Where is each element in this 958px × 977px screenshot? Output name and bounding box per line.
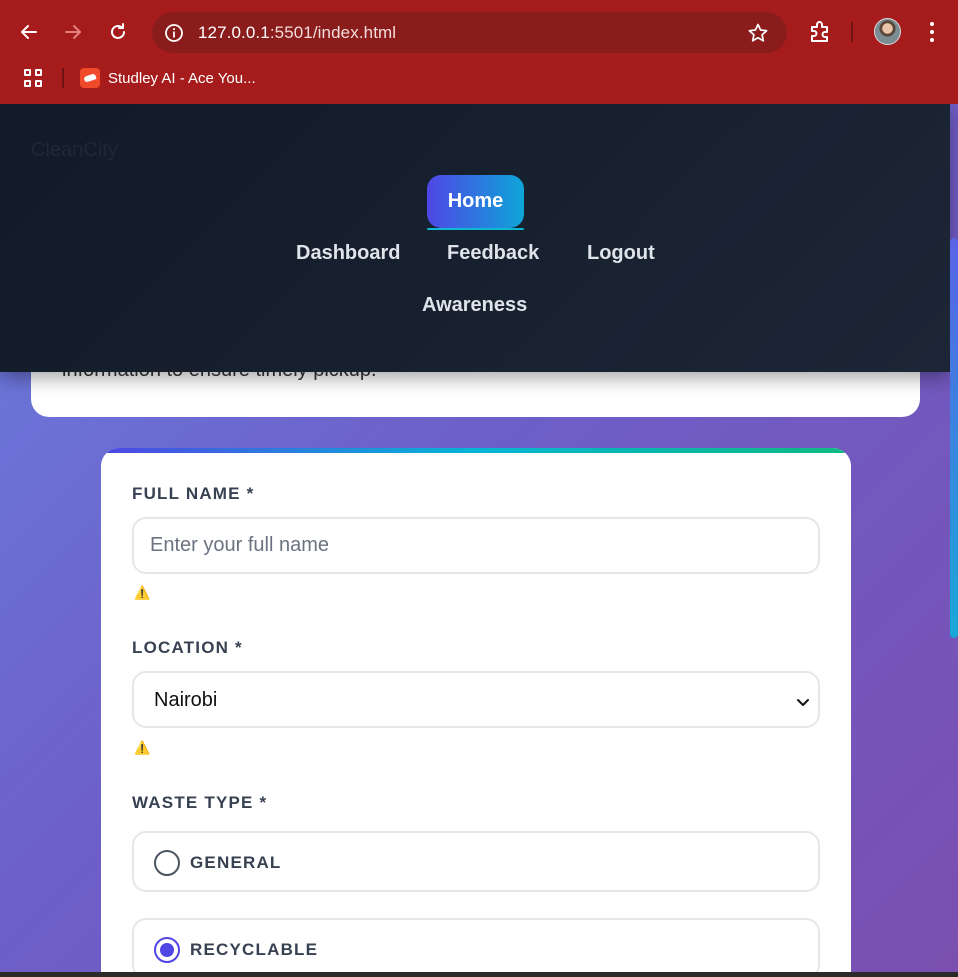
chevron-down-icon: [796, 695, 810, 713]
radio-recyclable[interactable]: [154, 937, 180, 963]
nav-awareness[interactable]: Awareness: [422, 294, 527, 317]
radio-general[interactable]: [154, 850, 180, 876]
location-value: Nairobi: [154, 689, 218, 711]
bookmark-label: Studley AI - Ace You...: [108, 69, 256, 87]
browser-toolbar: 127.0.0.1:5501/index.html: [0, 0, 958, 64]
bookmark-star-icon[interactable]: [747, 22, 769, 49]
arrow-right-icon: [65, 25, 81, 39]
reload-icon: [111, 23, 125, 39]
toolbar-separator: [851, 22, 853, 42]
url-host: 127.0.0.1: [198, 23, 270, 42]
nav-home[interactable]: Home: [427, 175, 524, 230]
full-name-input[interactable]: [132, 517, 820, 574]
radio-general-label: GENERAL: [190, 853, 282, 872]
bookmark-favicon-icon: [80, 68, 100, 88]
bookmarks-separator: [62, 68, 64, 88]
nav-dashboard[interactable]: Dashboard: [296, 242, 400, 265]
warning-icon: ⚠️: [134, 740, 151, 755]
waste-option-recyclable[interactable]: RECYCLABLE: [132, 918, 820, 972]
radio-recyclable-label: RECYCLABLE: [190, 940, 319, 959]
reload-button[interactable]: [102, 16, 134, 48]
site-info-icon[interactable]: [162, 21, 186, 45]
nav-logout[interactable]: Logout: [587, 242, 655, 265]
apps-grid-icon[interactable]: [24, 69, 42, 87]
menu-kebab-icon[interactable]: [928, 22, 936, 42]
forward-button[interactable]: [57, 16, 89, 48]
nav-feedback[interactable]: Feedback: [447, 242, 539, 265]
waste-option-general[interactable]: GENERAL: [132, 831, 820, 892]
profile-avatar[interactable]: [874, 18, 901, 45]
full-name-label: FULL NAME *: [132, 484, 255, 503]
waste-type-label: WASTE TYPE *: [132, 793, 268, 812]
window-bottom-edge: [0, 972, 958, 977]
url-text: 127.0.0.1:5501/index.html: [198, 23, 396, 43]
scrollbar[interactable]: [950, 238, 958, 638]
site-header: CleanCity Home Dashboard Feedback Logout…: [0, 104, 950, 372]
location-label: LOCATION *: [132, 638, 243, 657]
page-viewport: information to ensure timely pickup. FUL…: [0, 104, 958, 972]
arrow-left-icon: [21, 25, 37, 39]
address-bar[interactable]: 127.0.0.1:5501/index.html: [152, 12, 787, 53]
location-select[interactable]: Nairobi: [132, 671, 820, 728]
browser-chrome: 127.0.0.1:5501/index.html Studley AI - A…: [0, 0, 958, 104]
brand-logo[interactable]: CleanCity: [31, 139, 118, 162]
url-path: :5501/index.html: [269, 23, 397, 42]
back-button[interactable]: [13, 16, 45, 48]
bookmark-item[interactable]: Studley AI - Ace You...: [80, 67, 256, 89]
extensions-icon[interactable]: [808, 19, 834, 50]
pickup-form: FULL NAME * ⚠️ LOCATION * Nairobi ⚠️ WAS…: [101, 448, 851, 972]
warning-icon: ⚠️: [134, 585, 151, 600]
